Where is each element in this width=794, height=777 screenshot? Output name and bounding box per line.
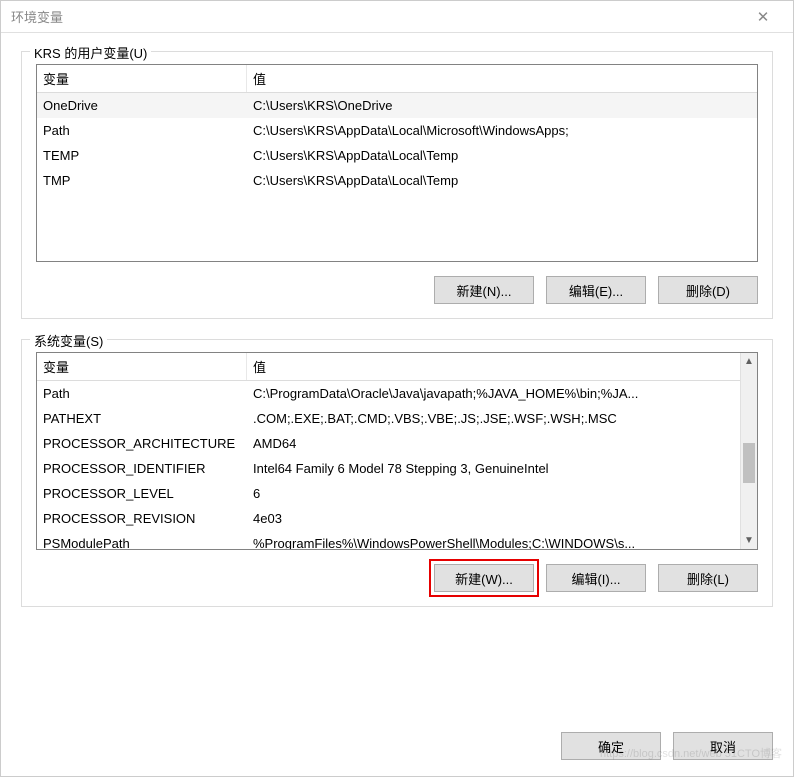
cell-var: Path: [37, 384, 247, 403]
system-table-body: Path C:\ProgramData\Oracle\Java\javapath…: [37, 381, 757, 550]
user-delete-button[interactable]: 删除(D): [658, 276, 758, 304]
table-row[interactable]: Path C:\ProgramData\Oracle\Java\javapath…: [37, 381, 740, 406]
user-button-row: 新建(N)... 编辑(E)... 删除(D): [36, 276, 758, 304]
cell-val: AMD64: [247, 434, 740, 453]
table-row[interactable]: PROCESSOR_REVISION 4e03: [37, 506, 740, 531]
system-table-header: 变量 值: [37, 353, 757, 381]
cell-var: TEMP: [37, 146, 247, 165]
cell-var: PROCESSOR_IDENTIFIER: [37, 459, 247, 478]
table-row[interactable]: PROCESSOR_IDENTIFIER Intel64 Family 6 Mo…: [37, 456, 740, 481]
table-row[interactable]: OneDrive C:\Users\KRS\OneDrive: [37, 93, 757, 118]
cell-val: 6: [247, 484, 740, 503]
content-area: KRS 的用户变量(U) 变量 值 OneDrive C:\Users\KRS\…: [1, 33, 793, 722]
user-header-value[interactable]: 值: [247, 65, 757, 92]
ok-button[interactable]: 确定: [561, 732, 661, 760]
system-variables-table[interactable]: 变量 值 Path C:\ProgramData\Oracle\Java\jav…: [36, 352, 758, 550]
cell-val: .COM;.EXE;.BAT;.CMD;.VBS;.VBE;.JS;.JSE;.…: [247, 409, 740, 428]
cell-var: Path: [37, 121, 247, 140]
scroll-thumb[interactable]: [743, 443, 755, 483]
dialog-footer: 确定 取消: [1, 722, 793, 776]
system-group-label: 系统变量(S): [30, 331, 107, 350]
system-header-variable[interactable]: 变量: [37, 353, 247, 380]
system-variables-group: 系统变量(S) 变量 值 Path C:\ProgramData\Oracle\…: [21, 339, 773, 607]
cell-var: PATHEXT: [37, 409, 247, 428]
cell-val: C:\Users\KRS\OneDrive: [247, 96, 757, 115]
cell-val: C:\ProgramData\Oracle\Java\javapath;%JAV…: [247, 384, 740, 403]
cell-val: Intel64 Family 6 Model 78 Stepping 3, Ge…: [247, 459, 740, 478]
cell-var: PROCESSOR_REVISION: [37, 509, 247, 528]
cell-val: C:\Users\KRS\AppData\Local\Temp: [247, 171, 757, 190]
user-table-header: 变量 值: [37, 65, 757, 93]
user-table-body: OneDrive C:\Users\KRS\OneDrive Path C:\U…: [37, 93, 757, 193]
cell-var: PROCESSOR_ARCHITECTURE: [37, 434, 247, 453]
system-delete-button[interactable]: 删除(L): [658, 564, 758, 592]
table-row[interactable]: PROCESSOR_ARCHITECTURE AMD64: [37, 431, 740, 456]
table-row[interactable]: TEMP C:\Users\KRS\AppData\Local\Temp: [37, 143, 757, 168]
cell-val: C:\Users\KRS\AppData\Local\Microsoft\Win…: [247, 121, 757, 140]
cell-var: PROCESSOR_LEVEL: [37, 484, 247, 503]
env-vars-dialog: 环境变量 ✕ KRS 的用户变量(U) 变量 值 OneDrive C:\Use…: [0, 0, 794, 777]
cell-var: TMP: [37, 171, 247, 190]
cell-var: PSModulePath: [37, 534, 247, 550]
scroll-up-icon[interactable]: ▲: [741, 353, 757, 370]
system-edit-button[interactable]: 编辑(I)...: [546, 564, 646, 592]
user-new-button[interactable]: 新建(N)...: [434, 276, 534, 304]
table-row[interactable]: PSModulePath %ProgramFiles%\WindowsPower…: [37, 531, 740, 550]
titlebar: 环境变量 ✕: [1, 1, 793, 33]
table-row[interactable]: PATHEXT .COM;.EXE;.BAT;.CMD;.VBS;.VBE;.J…: [37, 406, 740, 431]
cell-var: OneDrive: [37, 96, 247, 115]
cell-val: %ProgramFiles%\WindowsPowerShell\Modules…: [247, 534, 740, 550]
system-header-value[interactable]: 值: [247, 353, 757, 380]
user-header-variable[interactable]: 变量: [37, 65, 247, 92]
user-variables-group: KRS 的用户变量(U) 变量 值 OneDrive C:\Users\KRS\…: [21, 51, 773, 319]
window-title: 环境变量: [11, 7, 743, 26]
table-row[interactable]: PROCESSOR_LEVEL 6: [37, 481, 740, 506]
user-variables-table[interactable]: 变量 值 OneDrive C:\Users\KRS\OneDrive Path…: [36, 64, 758, 262]
close-icon[interactable]: ✕: [743, 8, 783, 26]
user-edit-button[interactable]: 编辑(E)...: [546, 276, 646, 304]
cell-val: C:\Users\KRS\AppData\Local\Temp: [247, 146, 757, 165]
user-group-label: KRS 的用户变量(U): [30, 43, 151, 62]
system-button-row: 新建(W)... 编辑(I)... 删除(L): [36, 564, 758, 592]
cancel-button[interactable]: 取消: [673, 732, 773, 760]
scroll-down-icon[interactable]: ▼: [741, 532, 757, 549]
system-scrollbar[interactable]: ▲ ▼: [740, 353, 757, 549]
system-new-button[interactable]: 新建(W)...: [434, 564, 534, 592]
table-row[interactable]: Path C:\Users\KRS\AppData\Local\Microsof…: [37, 118, 757, 143]
cell-val: 4e03: [247, 509, 740, 528]
table-row[interactable]: TMP C:\Users\KRS\AppData\Local\Temp: [37, 168, 757, 193]
